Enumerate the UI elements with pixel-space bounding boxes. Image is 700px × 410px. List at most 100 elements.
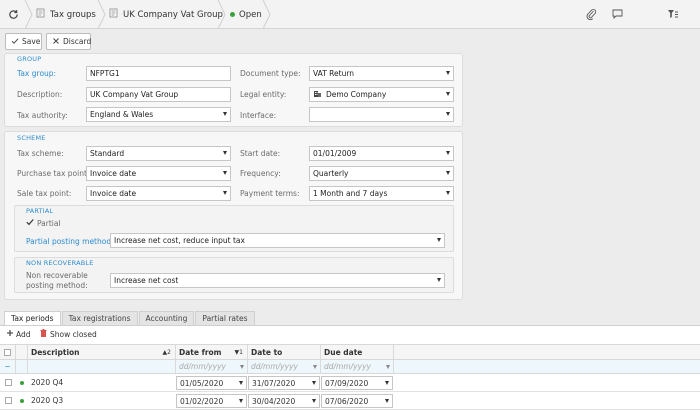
breadcrumb-separator — [217, 0, 226, 29]
breadcrumb-separator — [97, 0, 106, 29]
checkbox-icon — [4, 397, 12, 404]
status-label: Open — [239, 9, 262, 20]
purchase-tax-point-select[interactable]: Invoice date — [86, 166, 231, 181]
tax-group-value: NFPTG1 — [90, 69, 120, 78]
non-recoverable-label-line1: Non recoverable — [26, 271, 88, 280]
breadcrumb-label: UK Company Vat Group — [123, 9, 223, 20]
breadcrumb-status: Open — [230, 0, 262, 29]
purchase-tax-point-value: Invoice date — [90, 169, 137, 178]
grid-filter-date-from[interactable]: dd/mm/yyyy — [176, 360, 248, 373]
grid-column-label: Date to — [251, 347, 283, 357]
sale-tax-point-value: Invoice date — [90, 189, 137, 198]
partial-posting-method-value: Increase net cost, reduce input tax — [114, 236, 245, 245]
row-due-date-value: 07/06/2020 — [325, 396, 369, 406]
tax-scheme-select[interactable]: Standard — [86, 146, 231, 161]
non-recoverable-posting-method-select[interactable]: Increase net cost — [110, 273, 445, 288]
check-icon — [11, 37, 19, 47]
grid-column-label: Description — [31, 347, 80, 357]
filter-list-icon[interactable] — [667, 9, 679, 21]
row-checkbox[interactable] — [0, 392, 16, 409]
sale-tax-point-label: Sale tax point: — [17, 189, 72, 198]
interface-select[interactable] — [309, 107, 454, 122]
sort-order: 2 — [167, 348, 171, 356]
non-recoverable-posting-method-value: Increase net cost — [114, 276, 179, 285]
tab-tax-periods[interactable]: Tax periods — [4, 311, 61, 325]
chevron-down-icon — [239, 381, 243, 385]
grid-filter-description[interactable] — [28, 360, 176, 373]
breadcrumb-separator — [24, 0, 33, 29]
grid-column-label: Due date — [324, 347, 363, 357]
chevron-down-icon — [446, 92, 450, 96]
grid-select-all-checkbox[interactable] — [0, 345, 16, 359]
row-checkbox[interactable] — [0, 374, 16, 391]
payment-terms-select[interactable]: 1 Month and 7 days — [309, 186, 454, 201]
tab-tax-registrations[interactable]: Tax registrations — [61, 311, 138, 325]
grid-filter-date-to[interactable]: dd/mm/yyyy — [248, 360, 321, 373]
start-date-input[interactable]: 01/01/2009 — [309, 146, 454, 161]
discard-button[interactable]: Discard — [46, 33, 91, 50]
discard-button-label: Discard — [63, 37, 92, 46]
chevron-down-icon — [313, 365, 317, 369]
grid-header-row: Description ▲2 Date from ▼1 Date to Due … — [0, 344, 700, 360]
grid-column-date-to[interactable]: Date to — [248, 345, 321, 359]
status-dot-icon — [20, 380, 24, 385]
row-description: 2020 Q3 — [28, 392, 176, 409]
breadcrumb-item-tax-groups[interactable]: Tax groups — [36, 0, 96, 29]
tab-accounting[interactable]: Accounting — [138, 311, 195, 325]
tax-scheme-label: Tax scheme: — [17, 149, 64, 158]
row-date-to-input[interactable]: 30/04/2020 — [248, 394, 320, 408]
partial-posting-method-select[interactable]: Increase net cost, reduce input tax — [110, 233, 445, 248]
row-date-to-input[interactable]: 31/07/2020 — [248, 376, 320, 390]
tax-authority-select[interactable]: England & Wales — [86, 107, 231, 122]
chevron-down-icon — [446, 112, 450, 116]
group-section-title: GROUP — [17, 55, 42, 63]
chevron-down-icon — [437, 278, 441, 282]
comment-icon[interactable] — [612, 9, 623, 21]
table-row[interactable]: 2020 Q3 01/02/2020 30/04/2020 07/06/2020 — [0, 392, 700, 410]
paperclip-icon[interactable] — [586, 8, 597, 22]
status-dot-icon — [20, 398, 24, 403]
date-placeholder: dd/mm/yyyy — [179, 362, 226, 371]
tab-partial-rates[interactable]: Partial rates — [195, 311, 255, 325]
chevron-down-icon — [386, 365, 390, 369]
grid-column-due-date[interactable]: Due date — [321, 345, 394, 359]
document-type-select[interactable]: VAT Return — [309, 66, 454, 81]
row-due-date-input[interactable]: 07/06/2020 — [321, 394, 393, 408]
grid-show-closed-button[interactable]: Show closed — [40, 327, 97, 341]
grid-filter-collapse-button[interactable]: − — [0, 360, 16, 373]
building-icon — [313, 89, 322, 100]
row-status — [16, 392, 28, 409]
refresh-icon[interactable] — [8, 9, 19, 22]
frequency-value: Quarterly — [313, 169, 349, 178]
tax-group-label: Tax group: — [17, 69, 57, 78]
grid-column-date-from[interactable]: Date from ▼1 — [176, 345, 248, 359]
interface-label: Interface: — [240, 111, 277, 120]
status-dot-icon — [230, 12, 235, 17]
chevron-down-icon — [223, 112, 227, 116]
sale-tax-point-select[interactable]: Invoice date — [86, 186, 231, 201]
row-due-date-input[interactable]: 07/09/2020 — [321, 376, 393, 390]
start-date-label: Start date: — [240, 149, 281, 158]
grid-column-description[interactable]: Description ▲2 — [28, 345, 176, 359]
sort-order: 1 — [239, 348, 243, 356]
tax-authority-label: Tax authority: — [17, 111, 68, 120]
row-date-from-input[interactable]: 01/05/2020 — [176, 376, 247, 390]
legal-entity-select[interactable]: Demo Company — [309, 87, 454, 102]
row-date-from-input[interactable]: 01/02/2020 — [176, 394, 247, 408]
grid-add-button[interactable]: Add — [6, 327, 31, 341]
partial-checkbox[interactable]: Partial — [26, 218, 61, 228]
chevron-down-icon — [223, 191, 227, 195]
grid-filter-due-date[interactable]: dd/mm/yyyy — [321, 360, 394, 373]
breadcrumb-separator — [262, 0, 271, 29]
top-bar: Tax groups UK Company Vat Group Open — [0, 0, 700, 29]
chevron-down-icon — [446, 171, 450, 175]
action-toolbar: Save Discard — [0, 30, 700, 52]
chevron-down-icon — [446, 191, 450, 195]
date-placeholder: dd/mm/yyyy — [324, 362, 371, 371]
breadcrumb-item-group[interactable]: UK Company Vat Group — [109, 0, 223, 29]
save-button[interactable]: Save — [5, 33, 42, 50]
tax-group-input[interactable]: NFPTG1 — [86, 66, 231, 81]
table-row[interactable]: 2020 Q4 01/05/2020 31/07/2020 07/09/2020 — [0, 374, 700, 392]
description-input[interactable]: UK Company Vat Group — [86, 87, 231, 102]
frequency-select[interactable]: Quarterly — [309, 166, 454, 181]
